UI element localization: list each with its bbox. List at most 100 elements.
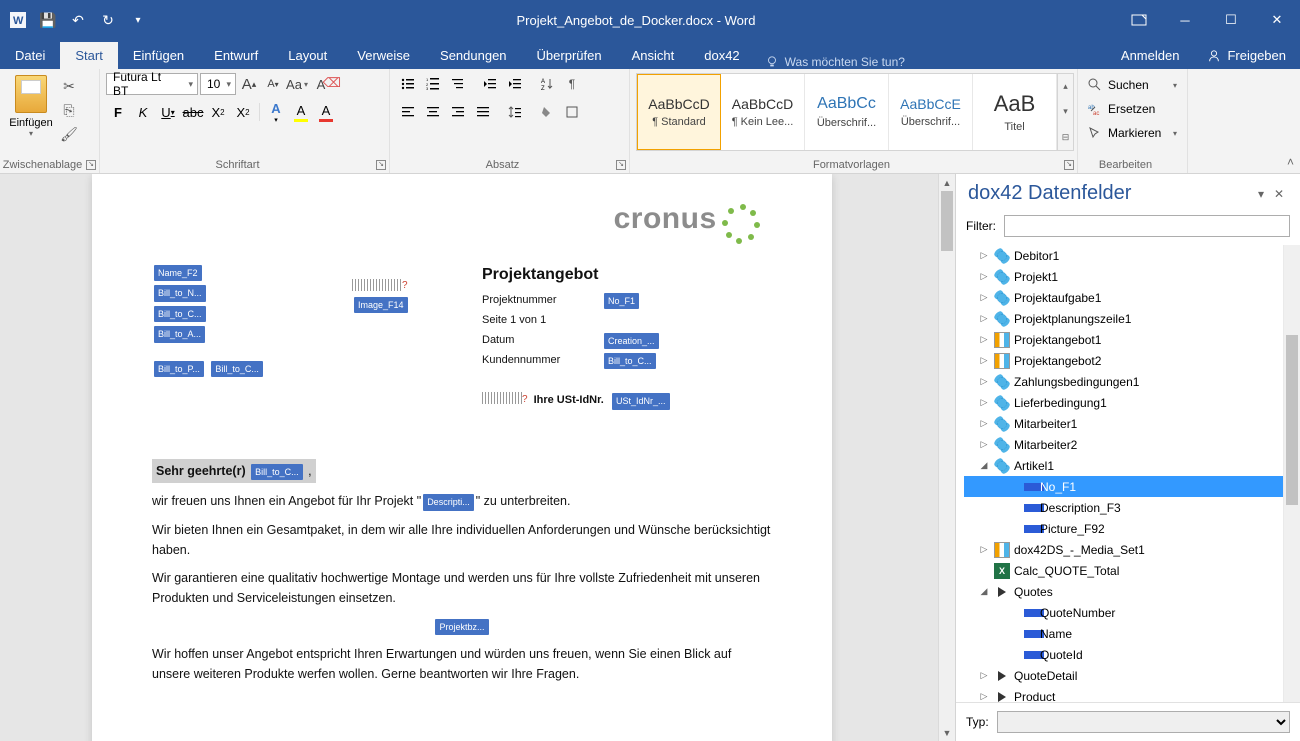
style-heading2[interactable]: AaBbCcEÜberschrif... [889, 74, 973, 150]
tab-start[interactable]: Start [60, 42, 117, 69]
underline-button[interactable]: U▾ [156, 101, 180, 123]
tab-sendungen[interactable]: Sendungen [425, 42, 522, 69]
bullets-icon[interactable] [396, 73, 420, 95]
expand-icon[interactable]: ▷ [978, 544, 990, 555]
italic-button[interactable]: K [131, 101, 155, 123]
expand-icon[interactable]: ▷ [978, 439, 990, 450]
tab-layout[interactable]: Layout [273, 42, 342, 69]
expand-icon[interactable]: ▷ [978, 313, 990, 324]
align-left-icon[interactable] [396, 101, 420, 123]
font-name-combo[interactable]: Futura Lt BT [106, 73, 198, 95]
share-button[interactable]: Freigeben [1193, 42, 1300, 69]
tree-scrollbar[interactable] [1283, 245, 1300, 702]
redo-icon[interactable]: ↻ [94, 6, 122, 34]
copy-icon[interactable]: ⎘ [58, 99, 80, 121]
fields-tree[interactable]: ▷Debitor1▷Projekt1▷Projektaufgabe1▷Proje… [956, 245, 1300, 702]
styles-dialog-launcher[interactable]: ↘ [1064, 160, 1074, 170]
expand-icon[interactable]: ▷ [978, 334, 990, 345]
document-page[interactable]: cronus Name_F2 Bill_to_N... Bill_to_C...… [92, 174, 832, 741]
change-case-icon[interactable]: Aa [286, 73, 308, 95]
shading-icon[interactable] [535, 101, 559, 123]
tab-ansicht[interactable]: Ansicht [617, 42, 690, 69]
para-dialog-launcher[interactable]: ↘ [616, 160, 626, 170]
scroll-down-icon[interactable]: ▼ [939, 724, 955, 741]
font-dialog-launcher[interactable]: ↘ [376, 160, 386, 170]
tab-einfuegen[interactable]: Einfügen [118, 42, 199, 69]
expand-icon[interactable]: ▷ [978, 271, 990, 282]
expand-icon[interactable]: ▷ [978, 670, 990, 681]
tree-node[interactable]: ▷Debitor1 [964, 245, 1296, 266]
tree-node[interactable]: ▷Projekt1 [964, 266, 1296, 287]
filter-input[interactable] [1004, 215, 1290, 237]
font-size-combo[interactable]: 10 [200, 73, 236, 95]
panel-close-icon[interactable]: ✕ [1270, 185, 1288, 203]
justify-icon[interactable] [471, 101, 495, 123]
expand-icon[interactable]: ◢ [978, 460, 990, 471]
maximize-icon[interactable]: ☐ [1208, 5, 1254, 35]
minimize-icon[interactable]: ─ [1162, 5, 1208, 35]
select-button[interactable]: Markieren▾ [1084, 121, 1181, 145]
tree-node[interactable]: Name [964, 623, 1296, 644]
strike-button[interactable]: abc [181, 101, 205, 123]
tree-scroll-thumb[interactable] [1286, 335, 1298, 505]
doc-scrollbar[interactable]: ▲ ▼ [938, 174, 955, 741]
style-heading1[interactable]: AaBbCcÜberschrif... [805, 74, 889, 150]
tree-node[interactable]: ▷Projektangebot1 [964, 329, 1296, 350]
tab-ueberpruefen[interactable]: Überprüfen [522, 42, 617, 69]
expand-icon[interactable]: ▷ [978, 376, 990, 387]
scroll-thumb[interactable] [941, 191, 953, 251]
tree-node[interactable]: ◢Artikel1 [964, 455, 1296, 476]
qat-dropdown-icon[interactable]: ▾ [124, 6, 152, 34]
expand-icon[interactable]: ◢ [978, 586, 990, 597]
tree-node[interactable]: ▷Mitarbeiter2 [964, 434, 1296, 455]
align-center-icon[interactable] [421, 101, 445, 123]
tree-node[interactable]: ▷Zahlungsbedingungen1 [964, 371, 1296, 392]
style-gallery-more[interactable]: ▴▾⊟ [1057, 74, 1073, 150]
font-color-icon[interactable]: A [314, 101, 338, 123]
find-button[interactable]: Suchen▾ [1084, 73, 1181, 97]
tree-node[interactable]: ▷Lieferbedingung1 [964, 392, 1296, 413]
ribbon-options-icon[interactable] [1116, 5, 1162, 35]
tab-datei[interactable]: Datei [0, 42, 60, 69]
tree-node[interactable]: ▷Projektplanungszeile1 [964, 308, 1296, 329]
close-icon[interactable]: ✕ [1254, 5, 1300, 35]
expand-icon[interactable]: ▷ [978, 292, 990, 303]
tree-node[interactable]: QuoteNumber [964, 602, 1296, 623]
highlight-icon[interactable]: A [289, 101, 313, 123]
tree-node[interactable]: XCalc_QUOTE_Total [964, 560, 1296, 581]
tree-node[interactable]: QuoteId [964, 644, 1296, 665]
save-icon[interactable]: 💾 [34, 6, 62, 34]
numbering-icon[interactable]: 123 [421, 73, 445, 95]
style-standard[interactable]: AaBbCcD¶ Standard [637, 74, 721, 150]
tree-node[interactable]: ◢Quotes [964, 581, 1296, 602]
bold-button[interactable]: F [106, 101, 130, 123]
tree-node[interactable]: ▷Projektaufgabe1 [964, 287, 1296, 308]
outdent-icon[interactable] [478, 73, 502, 95]
sort-icon[interactable]: AZ [535, 73, 559, 95]
align-right-icon[interactable] [446, 101, 470, 123]
expand-icon[interactable]: ▷ [978, 691, 990, 702]
shrink-font-icon[interactable]: A▾ [262, 73, 284, 95]
replace-button[interactable]: abacErsetzen [1084, 97, 1181, 121]
undo-icon[interactable]: ↶ [64, 6, 92, 34]
tree-node[interactable]: ▷Mitarbeiter1 [964, 413, 1296, 434]
tree-node[interactable]: ▷Projektangebot2 [964, 350, 1296, 371]
tree-node[interactable]: ▷Product [964, 686, 1296, 702]
grow-font-icon[interactable]: A▴ [238, 73, 260, 95]
borders-icon[interactable] [560, 101, 584, 123]
tab-verweise[interactable]: Verweise [342, 42, 425, 69]
expand-icon[interactable]: ▷ [978, 250, 990, 261]
style-nospacing[interactable]: AaBbCcD¶ Kein Lee... [721, 74, 805, 150]
panel-options-icon[interactable]: ▾ [1252, 185, 1270, 203]
scroll-up-icon[interactable]: ▲ [939, 174, 955, 191]
expand-icon[interactable]: ▷ [978, 418, 990, 429]
tree-node[interactable]: Picture_F92 [964, 518, 1296, 539]
expand-icon[interactable]: ▷ [978, 397, 990, 408]
collapse-ribbon-icon[interactable]: ˄ [1287, 155, 1294, 169]
tree-node[interactable]: ▷QuoteDetail [964, 665, 1296, 686]
line-spacing-icon[interactable] [503, 101, 527, 123]
format-painter-icon[interactable]: 🖌 [58, 123, 80, 145]
multilist-icon[interactable] [446, 73, 470, 95]
tab-entwurf[interactable]: Entwurf [199, 42, 273, 69]
word-menu-icon[interactable]: W [4, 6, 32, 34]
